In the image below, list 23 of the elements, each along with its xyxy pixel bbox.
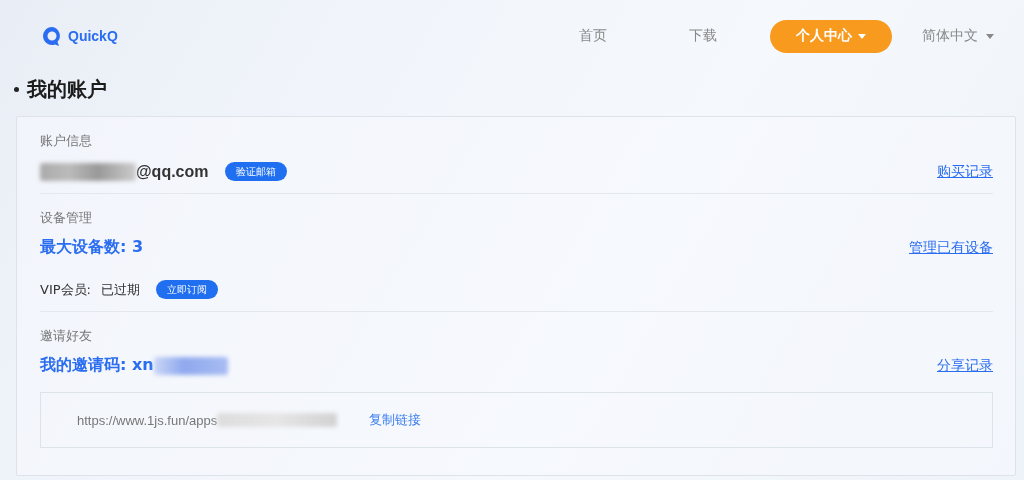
section-heading: 账户信息 [40,133,92,150]
email-text: @qq.com [136,162,209,181]
purchase-history-link[interactable]: 购买记录 [937,162,993,181]
invite-code: 我的邀请码: xn [40,355,154,376]
section-heading: 设备管理 [40,210,92,227]
manage-devices-link[interactable]: 管理已有设备 [909,238,993,257]
copy-link[interactable]: 复制链接 [369,411,422,429]
vip-label: VIP会员: [40,280,91,299]
verify-email-button[interactable]: 验证邮箱 [224,162,287,181]
nav-item[interactable]: 下载 [648,19,758,53]
page-title: 我的账户 [27,75,107,103]
bullet-icon [14,86,19,92]
language-selector[interactable]: 简体中文 [922,27,994,45]
share-history-link[interactable]: 分享记录 [937,356,993,375]
invite-url: https://www.1js.fun/apps [77,412,218,428]
nav-item[interactable]: 首页 [538,19,648,53]
logo-icon [42,26,62,46]
caret-icon [986,33,994,39]
device-count: 最大设备数: 3 [40,237,144,258]
section-heading: 邀请好友 [40,328,92,345]
vip-status: 已过期 [100,280,140,299]
subscribe-button[interactable]: 立即订阅 [155,280,218,299]
logo-text: QuickQ [68,28,118,44]
